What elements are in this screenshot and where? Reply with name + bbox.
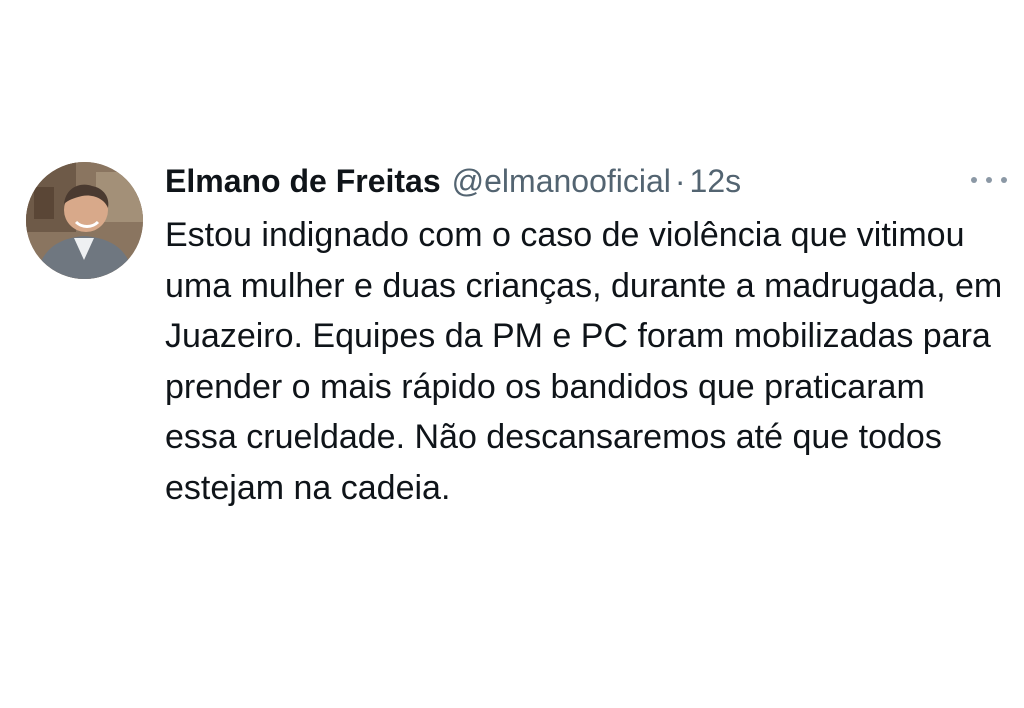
author-handle[interactable]: @elmanooficial: [452, 160, 671, 202]
more-dot: [986, 177, 992, 183]
more-dot: [1001, 177, 1007, 183]
more-dot: [971, 177, 977, 183]
tweet-timestamp[interactable]: 12s: [690, 160, 742, 202]
tweet-header: Elmano de Freitas @elmanooficial · 12s: [165, 160, 1005, 202]
more-horizontal-icon[interactable]: [971, 172, 1007, 188]
tweet-text: Estou indignado com o caso de violência …: [165, 216, 1003, 507]
avatar[interactable]: [26, 162, 143, 279]
tweet-body: Elmano de Freitas @elmanooficial · 12s E…: [165, 160, 1007, 513]
separator-dot: ·: [674, 163, 686, 199]
author-display-name[interactable]: Elmano de Freitas: [165, 160, 441, 202]
